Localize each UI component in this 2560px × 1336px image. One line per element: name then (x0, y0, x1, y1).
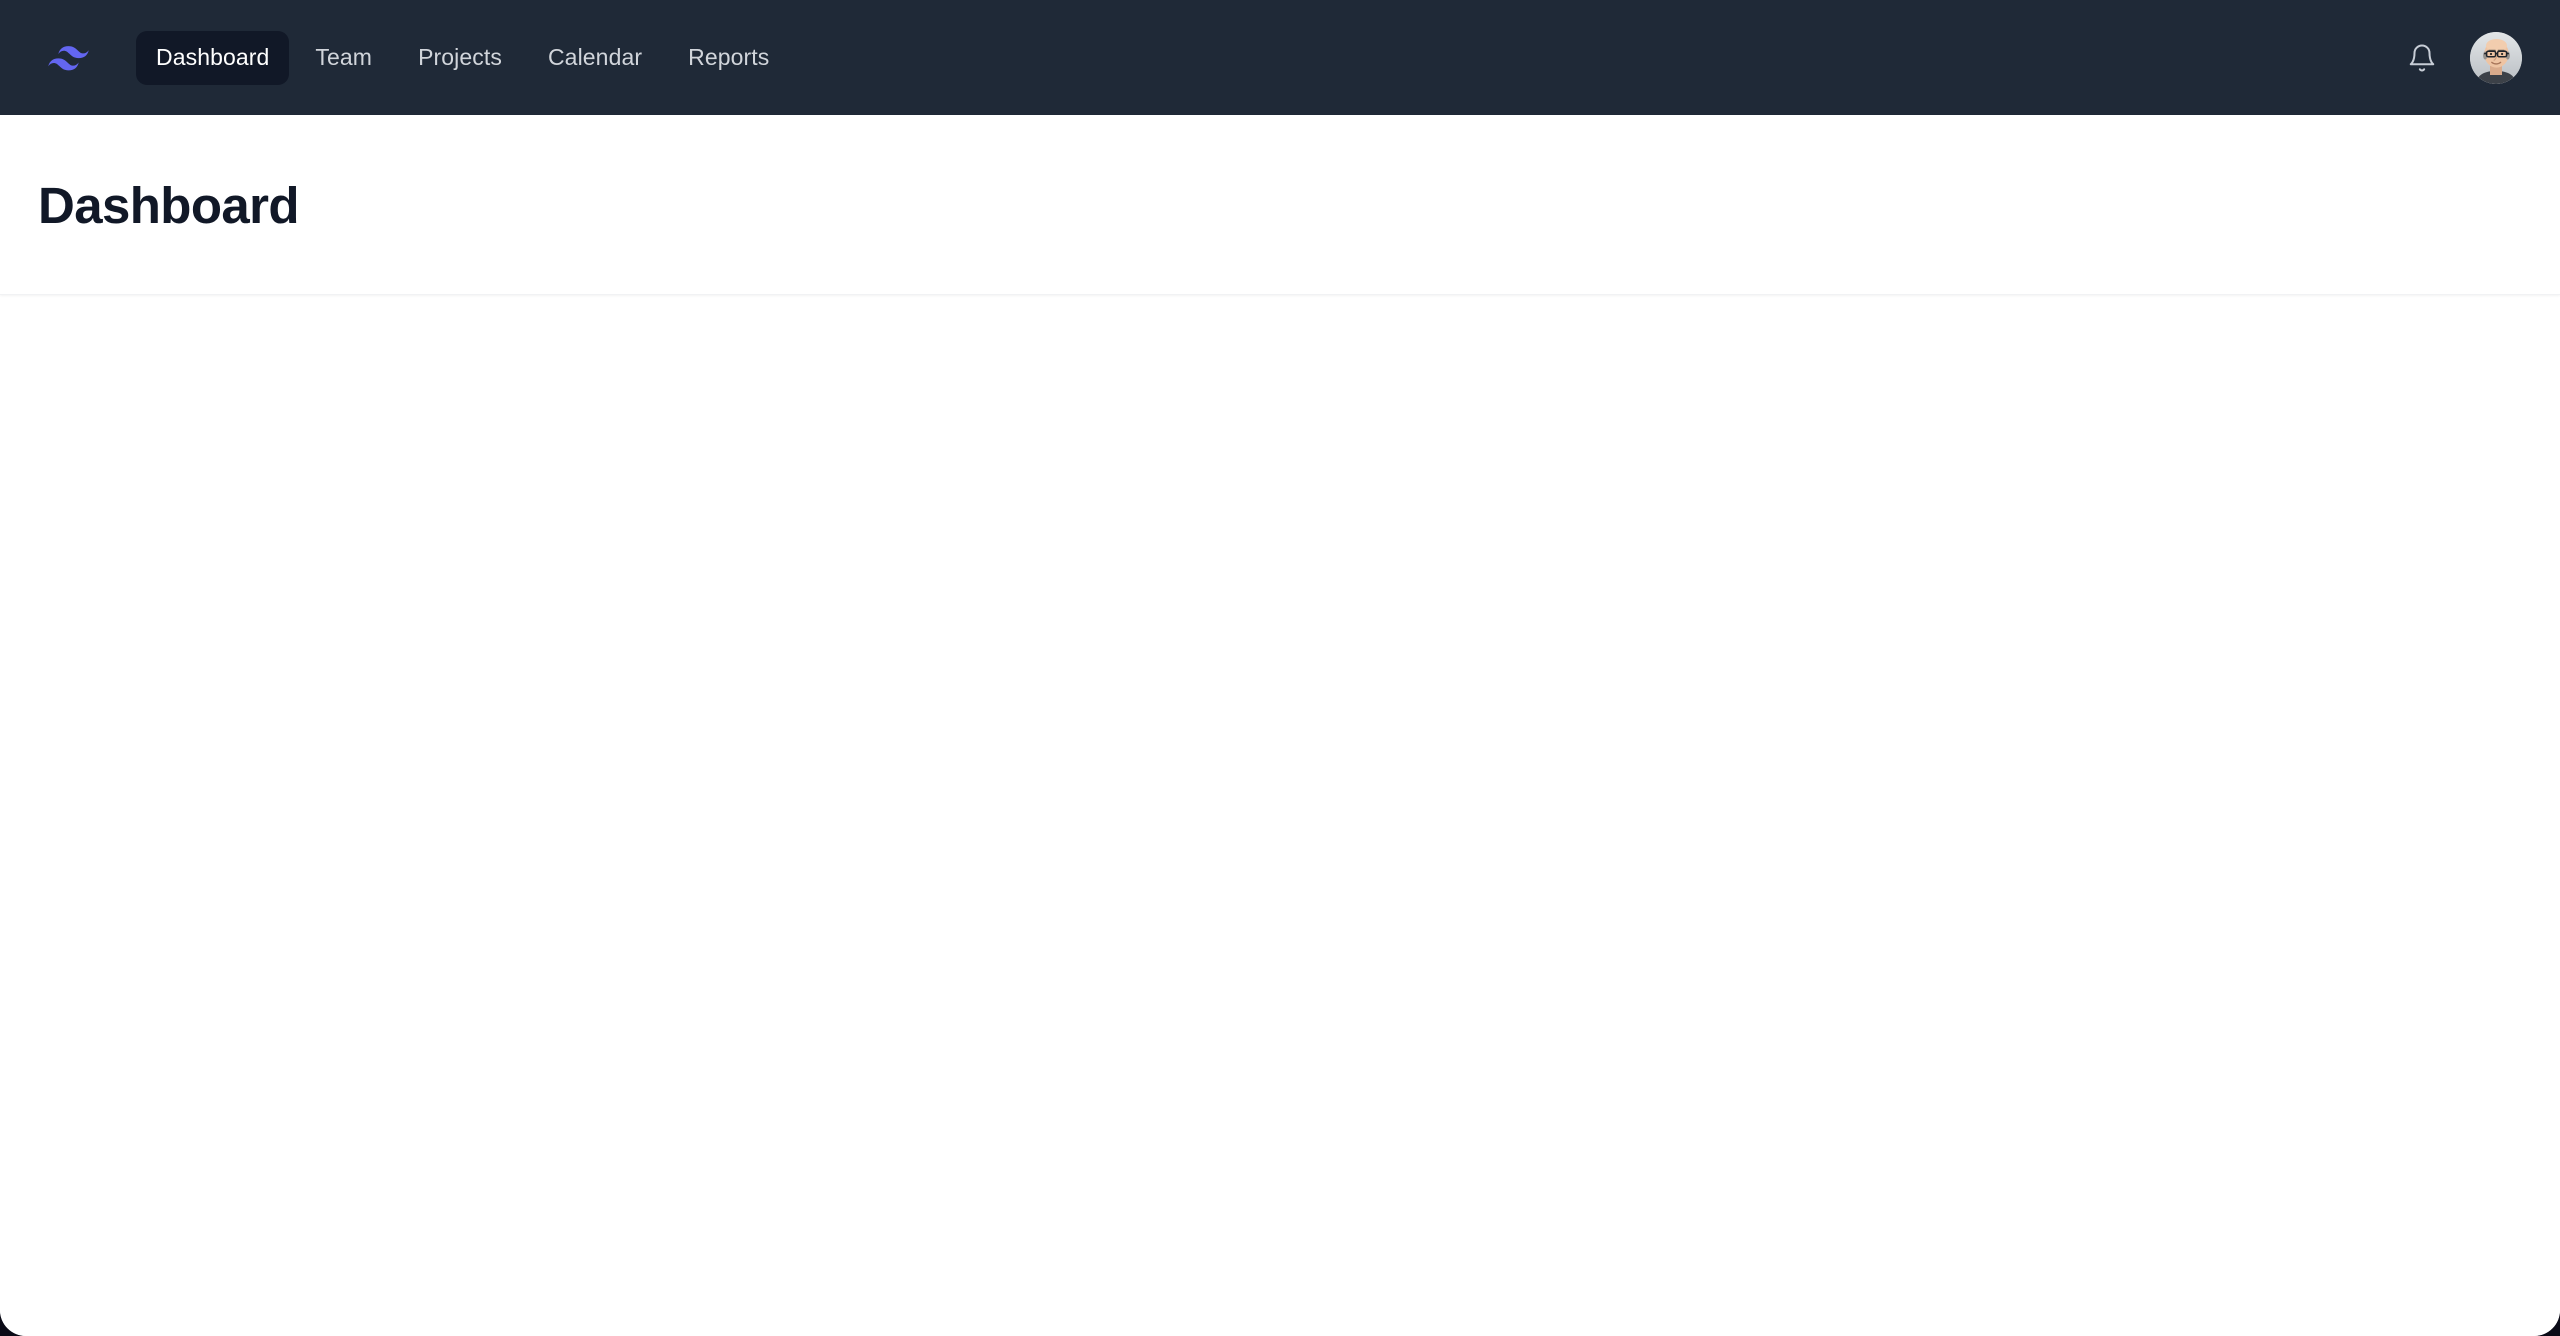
notifications-button[interactable] (2400, 36, 2444, 80)
main-content-inner (0, 295, 2560, 371)
main-content-area (0, 295, 2560, 1336)
navbar-left-section: Dashboard Team Projects Calendar Reports (0, 0, 789, 115)
nav-link-calendar[interactable]: Calendar (528, 31, 662, 85)
browser-viewport: Dashboard Team Projects Calendar Reports (0, 0, 2560, 1336)
bell-icon (2407, 43, 2437, 73)
top-navigation-bar: Dashboard Team Projects Calendar Reports (0, 0, 2560, 115)
tailwind-wave-logo-icon[interactable] (38, 39, 104, 77)
page-header: Dashboard (0, 115, 2560, 295)
nav-link-dashboard[interactable]: Dashboard (136, 30, 290, 85)
nav-link-reports[interactable]: Reports (668, 31, 789, 85)
nav-link-projects[interactable]: Projects (398, 31, 522, 85)
navbar-links: Dashboard Team Projects Calendar Reports (136, 30, 789, 85)
avatar[interactable] (2470, 31, 2522, 84)
page-header-inner: Dashboard (0, 115, 2560, 295)
page-title: Dashboard (38, 176, 300, 234)
navbar-right-section: Your Profile Settings Sign out (2400, 31, 2522, 84)
nav-link-team[interactable]: Team (295, 31, 392, 85)
